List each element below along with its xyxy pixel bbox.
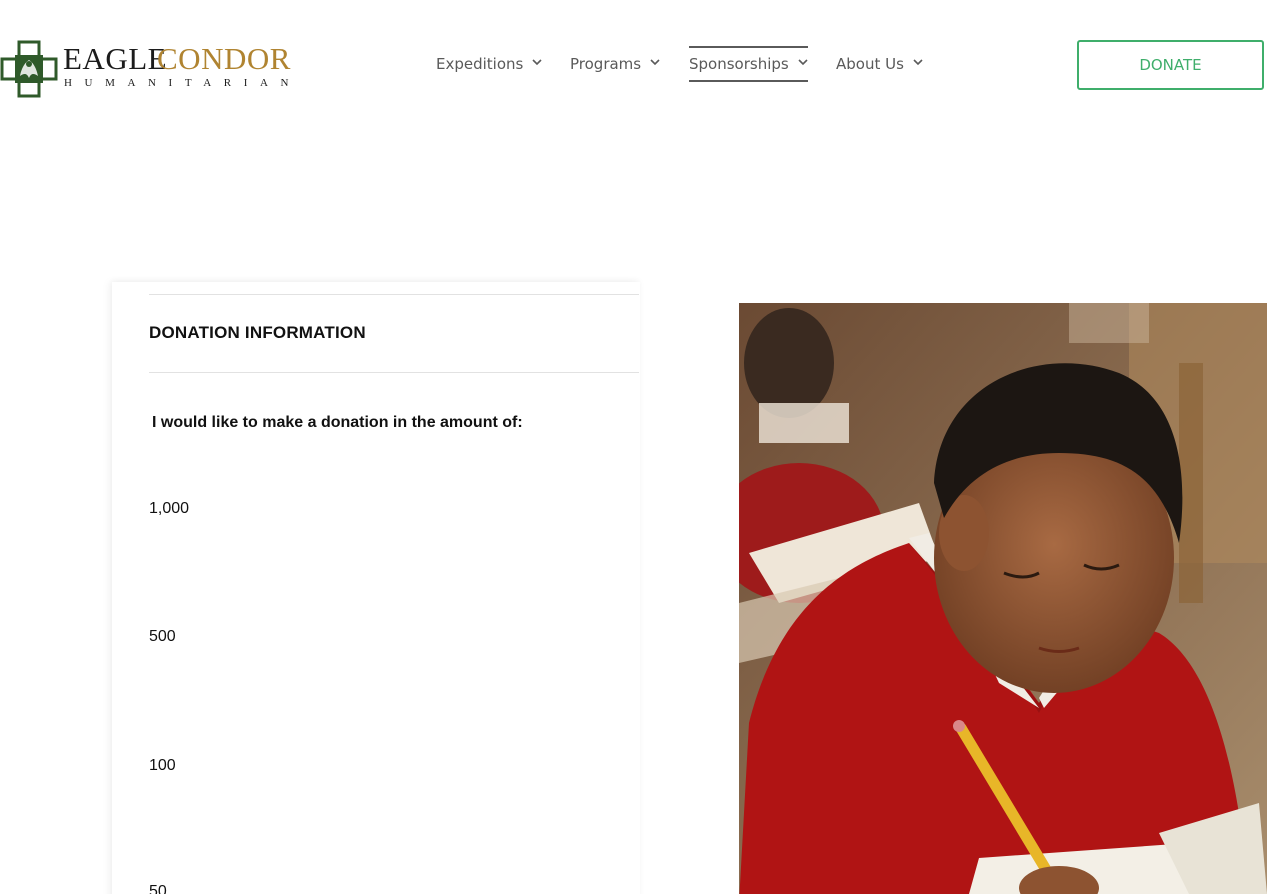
logo-tagline: HUMANITARIAN xyxy=(64,77,302,89)
nav-item-programs[interactable]: Programs xyxy=(570,46,660,82)
amount-option-50[interactable]: 50 xyxy=(149,883,167,894)
amount-option-1000[interactable]: 1,000 xyxy=(149,500,189,518)
donation-prompt: I would like to make a donation in the a… xyxy=(152,414,523,431)
chevron-down-icon xyxy=(650,59,660,66)
site-logo[interactable]: EAGLE CONDOR HUMANITARIAN xyxy=(0,38,300,100)
donate-button[interactable]: DONATE xyxy=(1077,40,1264,90)
logo-word-eagle: EAGLE xyxy=(63,41,168,76)
nav-item-label: Expeditions xyxy=(436,55,524,73)
chevron-down-icon xyxy=(532,59,542,66)
nav-item-about-us[interactable]: About Us xyxy=(836,46,923,82)
chakana-cross-icon xyxy=(0,40,58,98)
nav-item-label: About Us xyxy=(836,55,904,73)
logo-word-condor: CONDOR xyxy=(157,41,291,76)
donation-form-card xyxy=(112,282,640,894)
chevron-down-icon xyxy=(798,59,808,66)
divider xyxy=(149,294,639,295)
nav-item-label: Sponsorships xyxy=(689,55,789,73)
nav-item-sponsorships[interactable]: Sponsorships xyxy=(689,46,808,82)
nav-item-label: Programs xyxy=(570,55,642,73)
amount-option-100[interactable]: 100 xyxy=(149,757,176,775)
page: EAGLE CONDOR HUMANITARIAN Expeditions Pr… xyxy=(0,0,1267,894)
nav-item-expeditions[interactable]: Expeditions xyxy=(436,46,542,82)
amount-option-500[interactable]: 500 xyxy=(149,628,176,646)
divider xyxy=(149,372,639,373)
section-title: DONATION INFORMATION xyxy=(149,323,366,342)
child-writing-photo xyxy=(739,303,1267,894)
chevron-down-icon xyxy=(913,59,923,66)
